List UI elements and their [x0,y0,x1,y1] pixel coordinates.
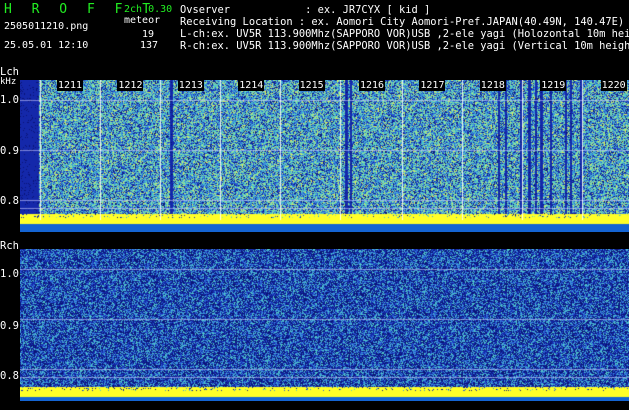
time-tick: 1211 [57,80,84,91]
time-tick: 1220 [600,80,627,91]
time-tick: 1217 [419,80,446,91]
info-location: Receiving Location : ex. Aomori City Aom… [180,16,625,28]
time-tick: 1215 [298,80,325,91]
lch-ytick-0.9: 0.9 [0,145,19,157]
rch-ytick-0.9: 0.9 [0,320,19,332]
lch-ytick-0.8: 0.8 [0,195,19,207]
rch-ytick-0.8: 0.8 [0,370,19,382]
time-tick: 1213 [177,80,204,91]
rch-ytick-1: 1.0 [0,268,19,280]
lch-spectrogram [20,80,629,232]
info-rch-setup: R-ch:ex. UV5R 113.900Mhz(SAPPORO VOR)USB… [180,40,629,52]
version-label: 2ch 0.30 [124,4,173,15]
info-lch-setup: L-ch:ex. UV5R 113.900Mhz(SAPPORO VOR)USB… [180,28,629,40]
lch-ytick-1: 1.0 [0,94,19,106]
filename-label: 2505011210.png [4,21,89,32]
khz-label: kHz [0,77,17,87]
rch-spectrogram [20,249,629,401]
info-observer: Ovserver : ex. JR7CYX [ kid ] [180,4,431,16]
meteor-count-lch: 19 [142,29,155,40]
datetime-label: 25.05.01 12:10 [4,40,89,51]
meteor-count-rch: 137 [140,40,159,51]
time-tick: 1218 [479,80,506,91]
mode-label: meteor [124,15,161,26]
time-tick: 1212 [117,80,144,91]
rch-label: Rch [0,240,19,252]
time-tick: 1216 [359,80,386,91]
time-tick: 1219 [540,80,567,91]
time-tick: 1214 [238,80,265,91]
